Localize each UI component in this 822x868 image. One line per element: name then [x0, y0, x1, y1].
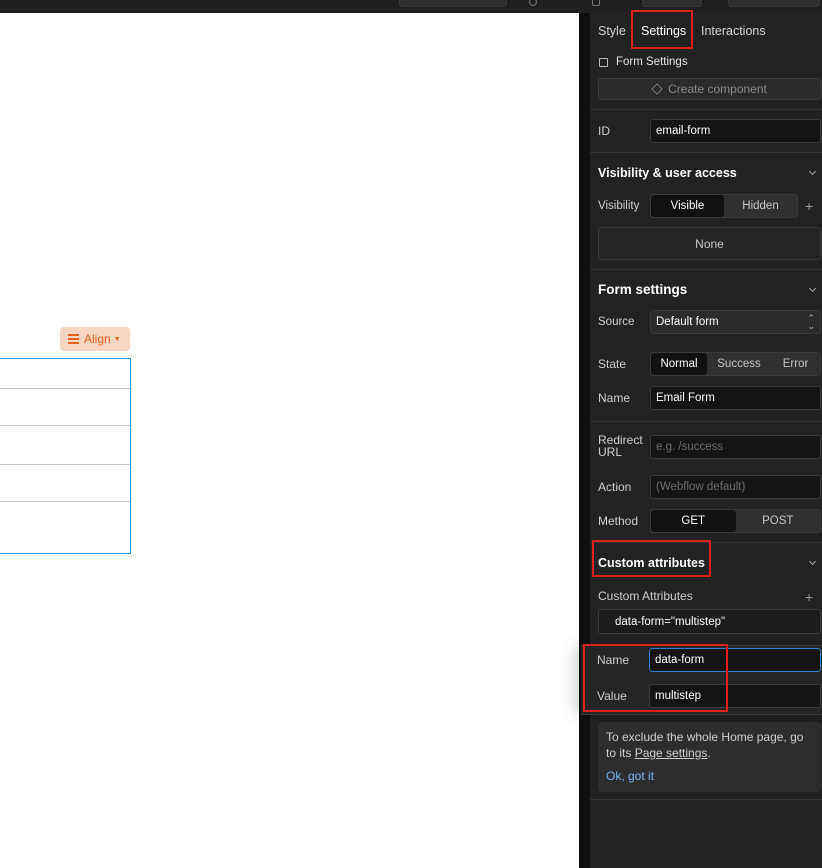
- select-arrows-icon: ⌃ ⌄: [807, 313, 815, 331]
- cube-icon: [651, 83, 663, 95]
- divider: [590, 152, 822, 153]
- callout-text: To exclude the whole Home page, go to it…: [606, 729, 816, 761]
- toolbar-mode-switch[interactable]: [399, 0, 507, 7]
- method-get-option[interactable]: GET: [651, 510, 736, 532]
- action-input[interactable]: (Webflow default): [650, 475, 821, 499]
- comment-icon[interactable]: [592, 0, 600, 6]
- highlight-attribute-fields: [583, 644, 728, 712]
- divider: [590, 421, 822, 422]
- state-label: State: [598, 357, 627, 371]
- form-divider: [0, 388, 130, 389]
- name-label: Name: [598, 391, 631, 405]
- source-select[interactable]: Default form ⌃ ⌄: [650, 310, 821, 334]
- visibility-heading: Visibility & user access: [598, 166, 737, 180]
- add-attribute-icon[interactable]: +: [805, 590, 813, 604]
- ok-got-it-link[interactable]: Ok, got it: [606, 769, 654, 783]
- access-selector[interactable]: None: [598, 227, 821, 260]
- share-button[interactable]: [728, 0, 820, 7]
- form-divider: [0, 464, 130, 465]
- method-toggle[interactable]: GET POST: [650, 509, 821, 533]
- method-post-option[interactable]: POST: [736, 510, 821, 532]
- redirect-url-input[interactable]: e.g. /success: [650, 435, 821, 459]
- form-divider: [0, 425, 130, 426]
- create-component-button[interactable]: Create component: [598, 78, 821, 100]
- state-error-option[interactable]: Error: [771, 353, 820, 375]
- align-button[interactable]: Align ▼: [60, 327, 130, 351]
- selected-form-element[interactable]: [0, 358, 131, 554]
- visibility-visible-option[interactable]: Visible: [651, 195, 724, 217]
- id-input[interactable]: email-form: [650, 119, 821, 143]
- form-name-input[interactable]: Email Form: [650, 386, 821, 410]
- divider: [590, 109, 822, 110]
- top-toolbar: [0, 0, 822, 13]
- create-component-label: Create component: [668, 82, 767, 96]
- divider: [590, 799, 822, 800]
- form-settings-heading: Form settings: [598, 282, 688, 297]
- zoom-control[interactable]: [642, 0, 702, 7]
- panel-gutter: [579, 13, 590, 868]
- visibility-label: Visibility: [598, 200, 640, 212]
- callout-period: .: [707, 746, 711, 760]
- chevron-down-icon: ▼: [113, 335, 121, 343]
- align-label: Align: [84, 332, 111, 346]
- visibility-toggle[interactable]: Visible Hidden: [650, 194, 798, 218]
- align-icon: [68, 334, 79, 344]
- preview-icon[interactable]: [529, 0, 537, 6]
- source-value: Default form: [656, 316, 719, 328]
- page-settings-link[interactable]: Page settings: [635, 746, 708, 760]
- checkbox-icon[interactable]: [599, 58, 608, 67]
- state-toggle[interactable]: Normal Success Error: [650, 352, 821, 376]
- custom-attributes-subheading: Custom Attributes: [598, 589, 693, 603]
- element-type-label: Form Settings: [616, 56, 688, 68]
- tab-interactions[interactable]: Interactions: [701, 24, 766, 38]
- redirect-url-label: Redirect URL: [598, 433, 643, 459]
- highlight-custom-attributes: [592, 540, 711, 577]
- visibility-hidden-option[interactable]: Hidden: [724, 195, 797, 217]
- source-label: Source: [598, 316, 635, 328]
- state-success-option[interactable]: Success: [707, 353, 771, 375]
- form-divider: [0, 501, 130, 502]
- state-normal-option[interactable]: Normal: [651, 353, 707, 375]
- tab-style[interactable]: Style: [598, 24, 626, 38]
- attribute-list-item[interactable]: data-form="multistep": [598, 609, 821, 634]
- method-label: Method: [598, 514, 639, 528]
- id-label: ID: [598, 124, 610, 138]
- add-condition-icon[interactable]: +: [805, 199, 813, 213]
- action-label: Action: [598, 480, 632, 494]
- highlight-settings-tab: [631, 10, 693, 49]
- divider: [590, 269, 822, 270]
